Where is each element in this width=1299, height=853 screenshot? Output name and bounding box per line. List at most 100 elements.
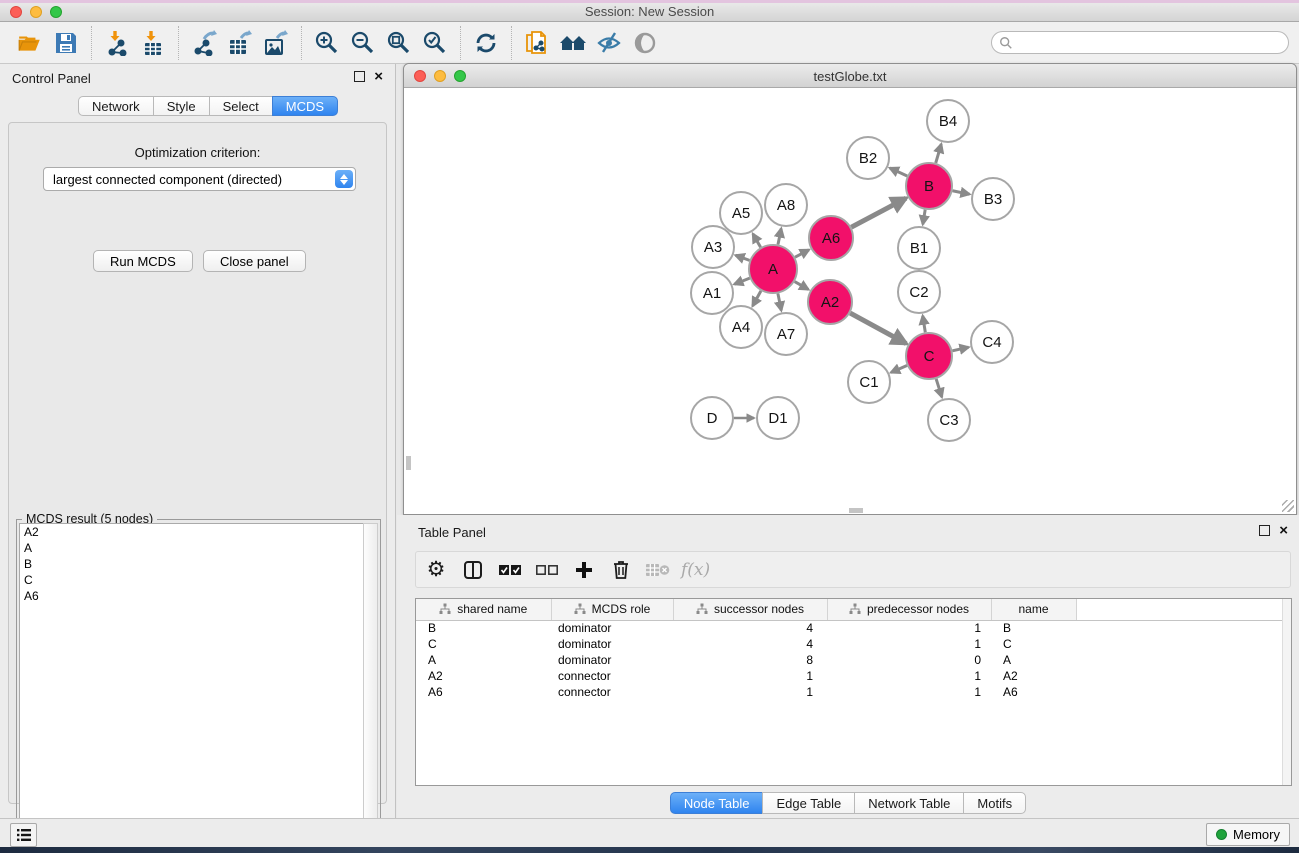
graph-edge-A-A5[interactable] <box>753 234 761 247</box>
graph-node-A7[interactable]: A7 <box>765 313 807 355</box>
tab-node-table[interactable]: Node Table <box>670 792 763 814</box>
graph-node-A4[interactable]: A4 <box>720 306 762 348</box>
graph-edge-A-A4[interactable] <box>753 291 761 306</box>
result-item[interactable]: C <box>20 572 363 588</box>
graph-node-C1[interactable]: C1 <box>848 361 890 403</box>
tab-network[interactable]: Network <box>78 96 153 116</box>
network-window-titlebar[interactable]: testGlobe.txt <box>404 64 1296 88</box>
graph-edge-A-A2[interactable] <box>795 282 809 290</box>
column-header-successor-nodes[interactable]: successor nodes <box>673 599 827 620</box>
graph-node-B[interactable]: B <box>906 163 952 209</box>
tab-select[interactable]: Select <box>209 96 272 116</box>
result-item[interactable]: B <box>20 556 363 572</box>
zoom-fit-icon[interactable] <box>381 25 417 61</box>
zoom-out-icon[interactable] <box>345 25 381 61</box>
home-view-icon[interactable] <box>555 25 591 61</box>
export-table-icon[interactable] <box>222 25 258 61</box>
graph-node-B1[interactable]: B1 <box>898 227 940 269</box>
canvas-horizontal-scroll-nub[interactable] <box>849 508 863 513</box>
graph-edge-A-A3[interactable] <box>736 255 750 260</box>
table-row[interactable]: Adominator80A <box>416 652 1284 668</box>
network-canvas[interactable]: A A1A3 A4 A5 A7 A8A6 A2 B B1 B2 B3B4 C C1 C2 C3C4 D D1 <box>405 88 1295 514</box>
float-table-panel-icon[interactable] <box>1259 525 1270 536</box>
graph-node-A[interactable]: A <box>749 245 797 293</box>
zoom-in-icon[interactable] <box>309 25 345 61</box>
tab-edge-table[interactable]: Edge Table <box>762 792 854 814</box>
graph-node-C2[interactable]: C2 <box>898 271 940 313</box>
graph-node-A5[interactable]: A5 <box>720 192 762 234</box>
tab-mcds[interactable]: MCDS <box>272 96 338 116</box>
graph-node-A1[interactable]: A1 <box>691 272 733 314</box>
table-row[interactable]: Bdominator41B <box>416 620 1284 636</box>
search-input[interactable] <box>1018 36 1288 50</box>
graph-node-A6[interactable]: A6 <box>809 216 853 260</box>
tab-network-table[interactable]: Network Table <box>854 792 963 814</box>
graph-node-C[interactable]: C <box>906 333 952 379</box>
show-columns-icon[interactable] <box>459 556 487 584</box>
table-scrollbar[interactable] <box>1282 599 1291 785</box>
close-table-panel-icon[interactable]: × <box>1279 525 1288 536</box>
graph-edge-C-C1[interactable] <box>891 366 907 373</box>
graph-node-B3[interactable]: B3 <box>972 178 1014 220</box>
graph-edge-A-A6[interactable] <box>795 250 809 257</box>
graph-node-A8[interactable]: A8 <box>765 184 807 226</box>
graph-edge-A-A7[interactable] <box>778 294 781 311</box>
graph-node-A2[interactable]: A2 <box>808 280 852 324</box>
graph-edge-B-B4[interactable] <box>936 144 942 163</box>
window-resize-grip[interactable] <box>1282 500 1294 512</box>
graph-node-D[interactable]: D <box>691 397 733 439</box>
graph-node-B2[interactable]: B2 <box>847 137 889 179</box>
graph-edge-B-B3[interactable] <box>953 191 970 194</box>
delete-columns-icon[interactable] <box>607 556 635 584</box>
birds-eye-view-icon[interactable] <box>627 25 663 61</box>
graph-node-C3[interactable]: C3 <box>928 399 970 441</box>
graph-edge-C-C3[interactable] <box>936 379 942 397</box>
network-snapshot-icon[interactable] <box>519 25 555 61</box>
criterion-dropdown[interactable]: largest connected component (directed) <box>43 167 356 191</box>
close-panel-button[interactable]: Close panel <box>203 250 306 272</box>
column-header-name[interactable]: name <box>991 599 1076 620</box>
tab-motifs[interactable]: Motifs <box>963 792 1026 814</box>
export-image-icon[interactable] <box>258 25 294 61</box>
graph-node-B4[interactable]: B4 <box>927 100 969 142</box>
graph-edge-A-A8[interactable] <box>778 229 781 245</box>
mcds-result-list[interactable]: A2ABCA6 <box>19 523 363 853</box>
graph-node-A3[interactable]: A3 <box>692 226 734 268</box>
graph-edge-B-B2[interactable] <box>890 168 907 176</box>
graph-node-D1[interactable]: D1 <box>757 397 799 439</box>
graph-edge-A2-C[interactable] <box>850 313 906 344</box>
delete-table-icon[interactable] <box>644 556 672 584</box>
table-row[interactable]: Cdominator41C <box>416 636 1284 652</box>
result-item[interactable]: A <box>20 540 363 556</box>
search-field[interactable] <box>991 31 1289 54</box>
table-row[interactable]: A2connector11A2 <box>416 668 1284 684</box>
float-panel-icon[interactable] <box>354 71 365 82</box>
table-options-gear-icon[interactable]: ⚙ <box>422 556 450 584</box>
export-network-icon[interactable] <box>186 25 222 61</box>
result-item[interactable]: A2 <box>20 524 363 540</box>
open-session-icon[interactable] <box>12 25 48 61</box>
graph-edge-A-A1[interactable] <box>734 278 749 284</box>
memory-button[interactable]: Memory <box>1206 823 1290 846</box>
column-header-shared-name[interactable]: shared name <box>416 599 551 620</box>
result-item[interactable]: A6 <box>20 588 363 604</box>
graph-node-C4[interactable]: C4 <box>971 321 1013 363</box>
table-row[interactable]: A6connector11A6 <box>416 684 1284 700</box>
zoom-selected-icon[interactable] <box>417 25 453 61</box>
result-list-scrollbar[interactable] <box>363 523 378 853</box>
refresh-view-icon[interactable] <box>468 25 504 61</box>
import-table-icon[interactable] <box>135 25 171 61</box>
deselect-all-icon[interactable] <box>533 556 561 584</box>
task-history-button[interactable] <box>10 823 37 847</box>
graph-edge-A6-B[interactable] <box>851 198 906 227</box>
graph-edge-B-B1[interactable] <box>923 210 925 225</box>
save-session-icon[interactable] <box>48 25 84 61</box>
canvas-vertical-scroll-nub[interactable] <box>406 456 411 470</box>
graph-edge-C-C2[interactable] <box>923 316 926 333</box>
close-panel-icon[interactable]: × <box>374 71 383 82</box>
import-network-icon[interactable] <box>99 25 135 61</box>
graph-edge-C-C4[interactable] <box>952 347 968 351</box>
select-all-checked-icon[interactable] <box>496 556 524 584</box>
column-header-predecessor-nodes[interactable]: predecessor nodes <box>827 599 991 620</box>
create-column-icon[interactable] <box>570 556 598 584</box>
